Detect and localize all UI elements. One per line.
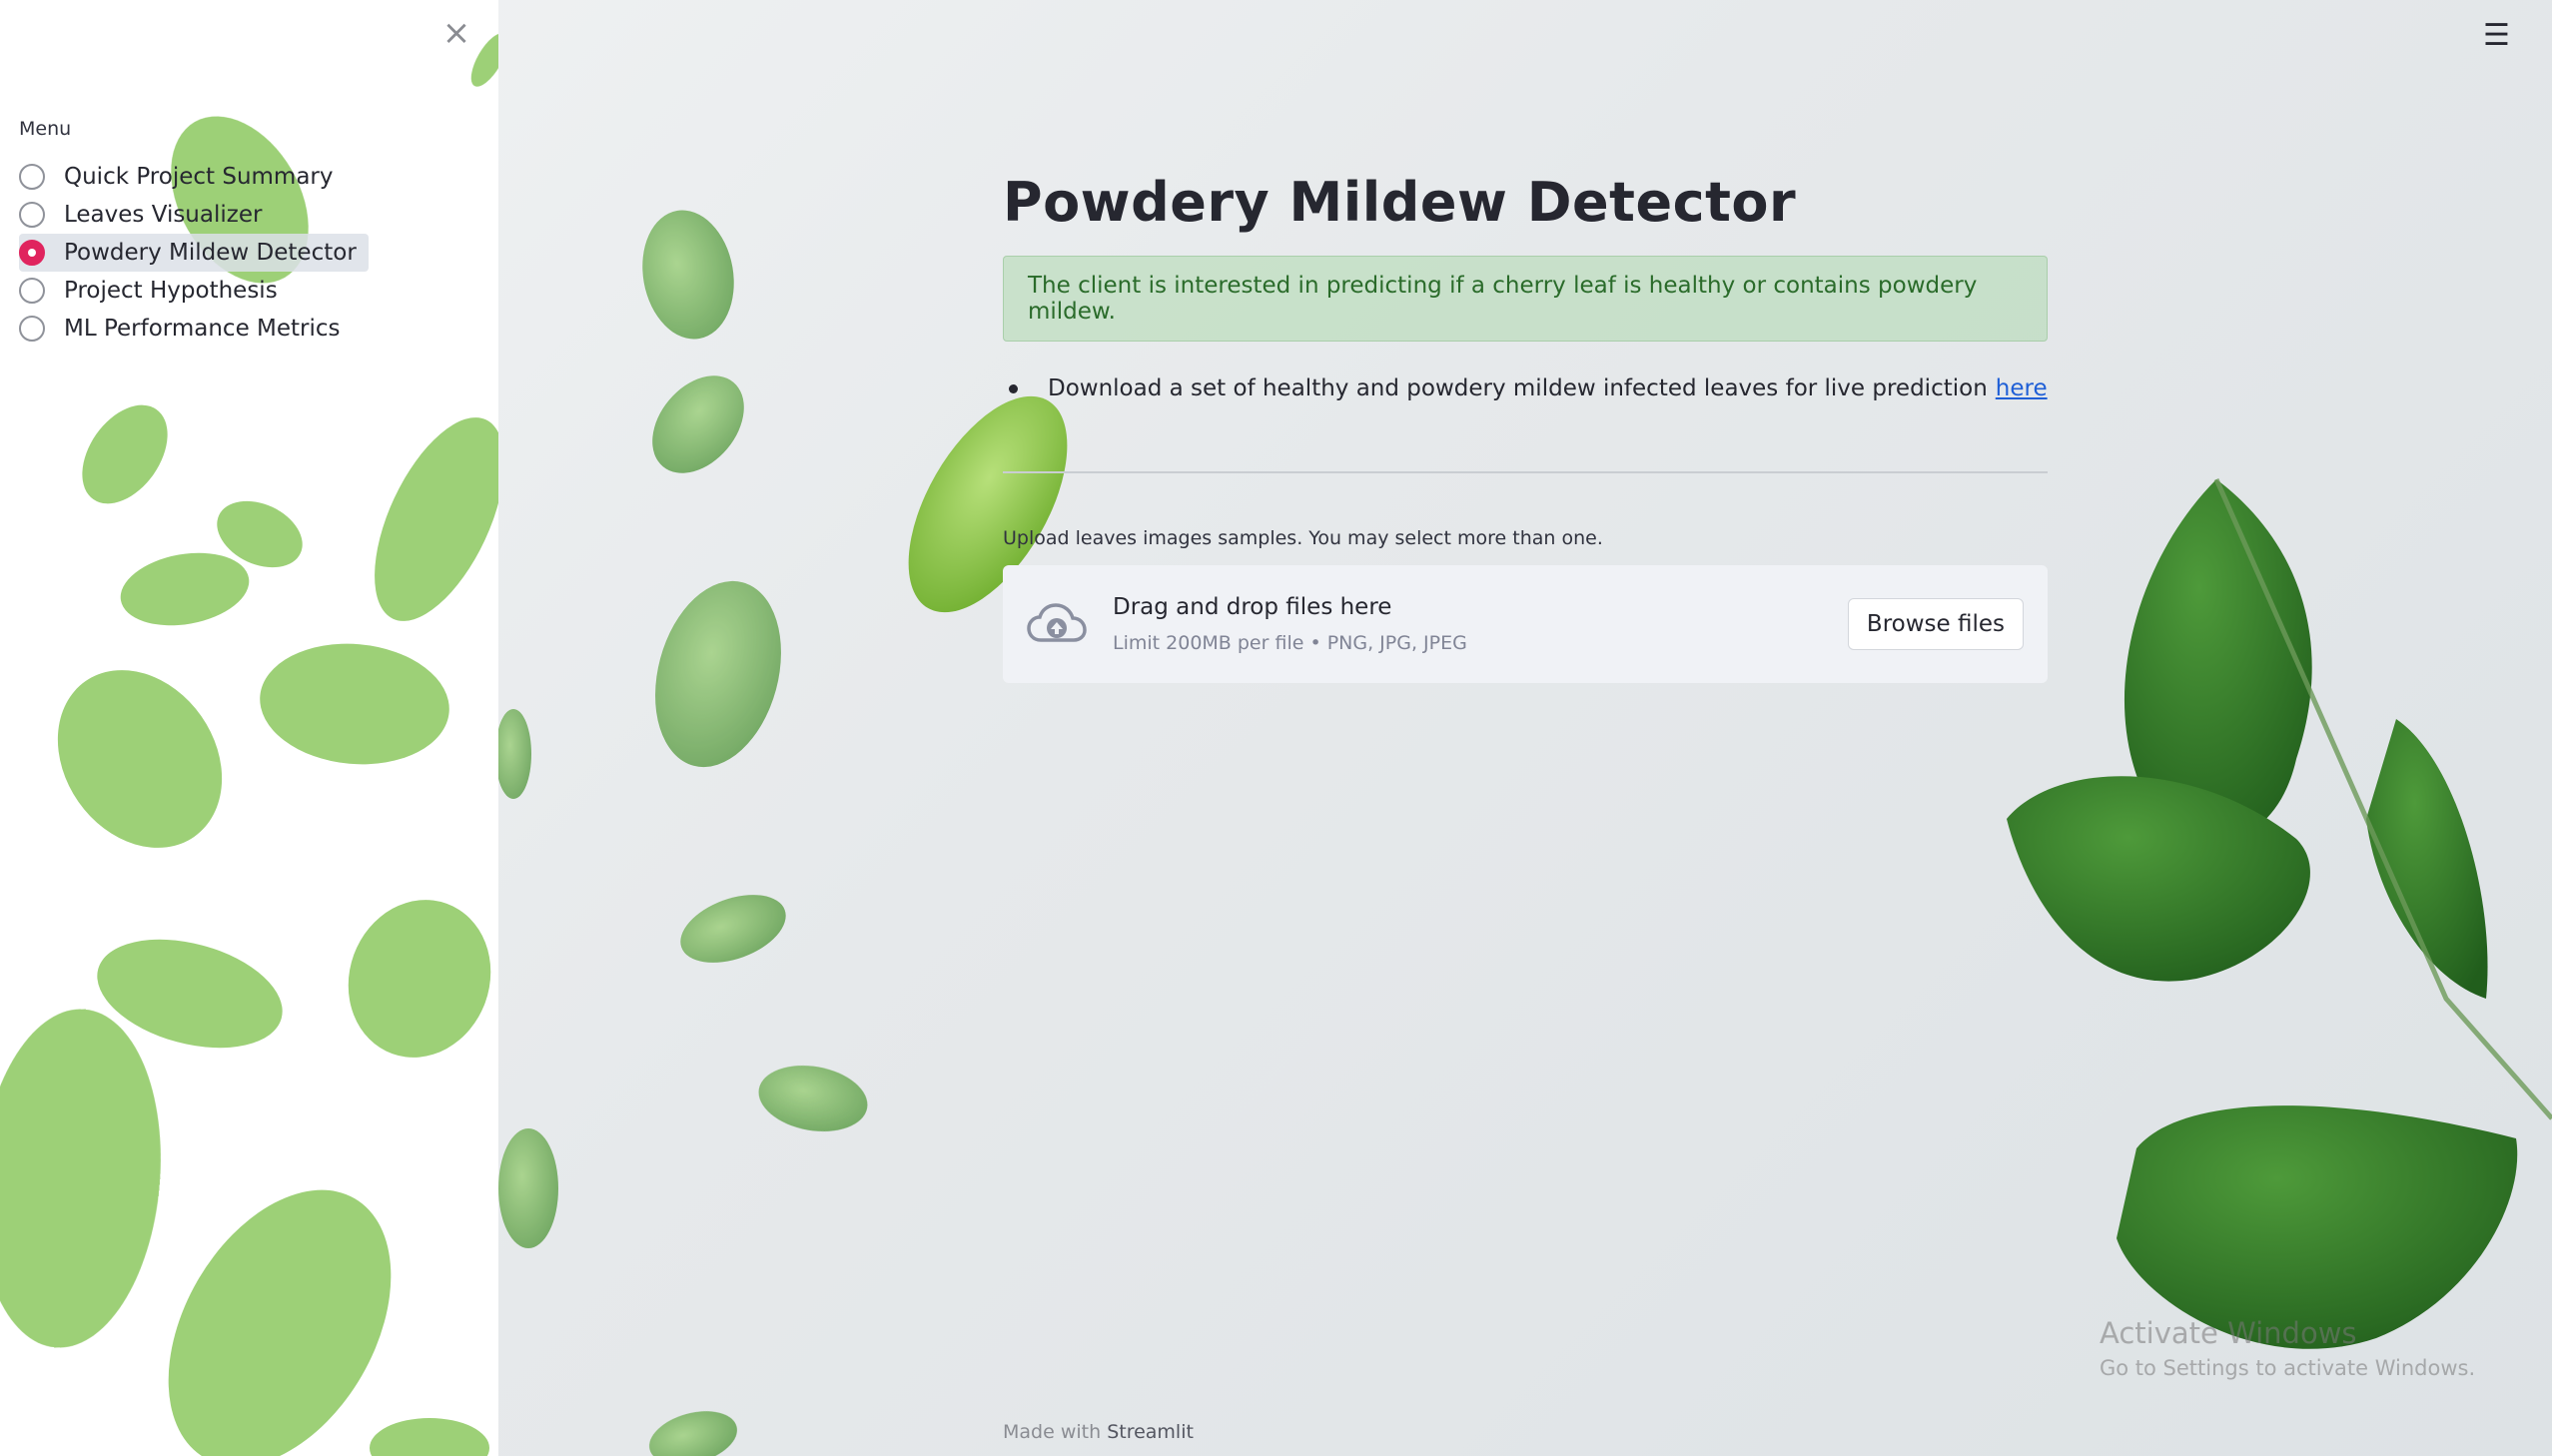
close-icon[interactable]: × [439, 16, 473, 50]
menu-item-label: Powdery Mildew Detector [64, 240, 357, 266]
cloud-upload-icon [1027, 603, 1087, 642]
menu-item-ml-performance-metrics[interactable]: ML Performance Metrics [19, 310, 353, 348]
download-link[interactable]: here [1996, 375, 2048, 401]
menu-item-project-hypothesis[interactable]: Project Hypothesis [19, 272, 290, 310]
hamburger-menu-icon[interactable]: ☰ [2483, 18, 2510, 53]
info-alert: The client is interested in predicting i… [1003, 256, 2048, 342]
alert-text: The client is interested in predicting i… [1028, 273, 1978, 325]
menu-item-label: ML Performance Metrics [64, 316, 341, 342]
dropzone-title: Drag and drop files here [1113, 594, 1392, 620]
menu-item-powdery-mildew-detector[interactable]: Powdery Mildew Detector [19, 234, 369, 272]
watermark-title: Activate Windows [2100, 1316, 2357, 1350]
bullet-text: Download a set of healthy and powdery mi… [1048, 375, 1988, 401]
divider [1003, 471, 2048, 473]
sidebar: × Menu Quick Project Summary Leaves Visu… [0, 0, 498, 1456]
menu-item-label: Project Hypothesis [64, 278, 278, 304]
dropzone-limit: Limit 200MB per file • PNG, JPG, JPEG [1113, 632, 1467, 654]
watermark-subtitle: Go to Settings to activate Windows. [2100, 1356, 2476, 1380]
menu-item-leaves-visualizer[interactable]: Leaves Visualizer [19, 196, 274, 234]
windows-activation-watermark: Activate Windows Go to Settings to activ… [2100, 1316, 2475, 1380]
radio-button[interactable] [19, 278, 45, 304]
file-dropzone[interactable]: Drag and drop files here Limit 200MB per… [1003, 565, 2048, 683]
menu-item-label: Leaves Visualizer [64, 202, 263, 228]
main-content: Powdery Mildew Detector The client is in… [1003, 160, 2048, 683]
bullet-list-item: Download a set of healthy and powdery mi… [1003, 375, 2048, 401]
menu-radio-group: Quick Project Summary Leaves Visualizer … [19, 158, 369, 348]
radio-button[interactable] [19, 164, 45, 190]
bullet-icon [1009, 383, 1018, 393]
menu-label: Menu [19, 118, 72, 140]
radio-button[interactable] [19, 202, 45, 228]
streamlit-link[interactable]: Streamlit [1107, 1421, 1194, 1443]
menu-item-quick-project-summary[interactable]: Quick Project Summary [19, 158, 346, 196]
footer: Made with Streamlit [1003, 1421, 1194, 1443]
radio-button-selected[interactable] [19, 240, 45, 266]
upload-label: Upload leaves images samples. You may se… [1003, 527, 1603, 549]
footer-prefix: Made with [1003, 1421, 1102, 1443]
radio-button[interactable] [19, 316, 45, 342]
dropzone-text: Drag and drop files here Limit 200MB per… [1113, 594, 1467, 654]
menu-item-label: Quick Project Summary [64, 164, 334, 190]
browse-files-button[interactable]: Browse files [1847, 598, 2024, 650]
page-title: Powdery Mildew Detector [1003, 171, 1797, 234]
